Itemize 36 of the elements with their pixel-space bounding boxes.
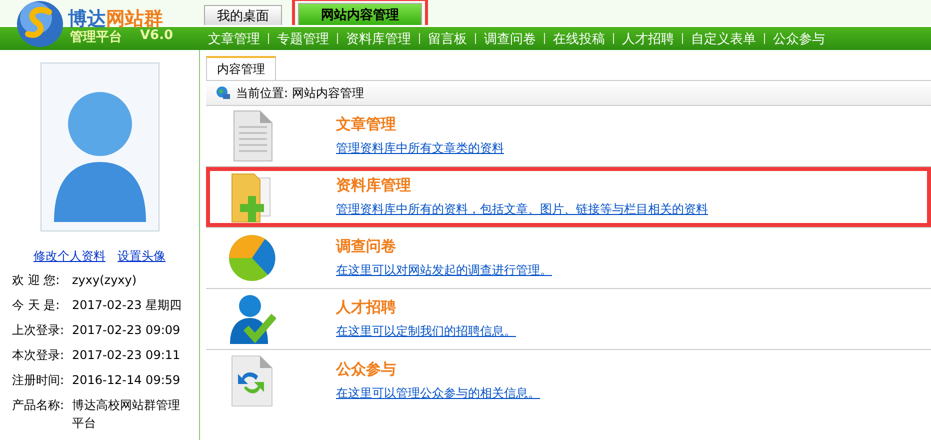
info-label: 产品名称:	[12, 397, 66, 414]
item-link[interactable]: 在这里可以管理公众参与的相关信息。	[336, 384, 540, 402]
info-label: 上次登录:	[12, 322, 66, 339]
info-value: 2017-02-23 星期四	[72, 297, 182, 314]
tab[interactable]: 网站内容管理	[298, 3, 422, 25]
info-label: 注册时间:	[12, 372, 66, 389]
tab[interactable]: 我的桌面	[204, 5, 282, 25]
item-title: 人才招聘	[336, 298, 397, 317]
breadcrumb: 当前位置: 网站内容管理	[236, 84, 364, 102]
info-value: 2016-12-14 09:59	[72, 372, 182, 389]
item-link[interactable]: 管理资料库中所有的资料，包括文章、图片、链接等与栏目相关的资料	[336, 201, 708, 218]
profile-link[interactable]: 修改个人资料	[34, 248, 106, 265]
info-value: 2017-02-23 09:09	[72, 322, 182, 339]
item-title: 公众参与	[336, 360, 397, 378]
item-link[interactable]: 在这里可以对网站发起的调查进行管理。	[336, 262, 552, 279]
info-value: zyxy(zyxy)	[72, 272, 138, 289]
info-label: 本次登录:	[12, 347, 66, 364]
item-title: 文章管理	[336, 115, 397, 134]
avatar-icon	[40, 62, 160, 232]
globe-icon	[216, 86, 230, 100]
version-label: V6.0	[140, 28, 174, 45]
platform-subtitle: 管理平台	[70, 29, 122, 46]
info-value: 博达高校网站群管理平台	[72, 397, 181, 432]
profile-link[interactable]: 设置头像	[118, 248, 166, 265]
info-label: 欢 迎 您:	[12, 272, 61, 289]
user-check-icon	[228, 292, 276, 346]
item-title: 资料库管理	[336, 176, 412, 195]
content-tab[interactable]: 内容管理	[206, 56, 276, 80]
item-title: 调查问卷	[336, 237, 397, 256]
info-label: 今 天 是:	[12, 297, 61, 314]
info-value: 2017-02-23 09:11	[72, 347, 182, 364]
brand-name: 博达	[68, 7, 106, 30]
brand-name: 网站群	[106, 7, 163, 30]
item-link[interactable]: 在这里可以定制我们的招聘信息。	[336, 323, 516, 340]
logo-icon	[16, 0, 64, 48]
item-link[interactable]: 管理资料库中所有文章类的资料	[336, 140, 504, 157]
